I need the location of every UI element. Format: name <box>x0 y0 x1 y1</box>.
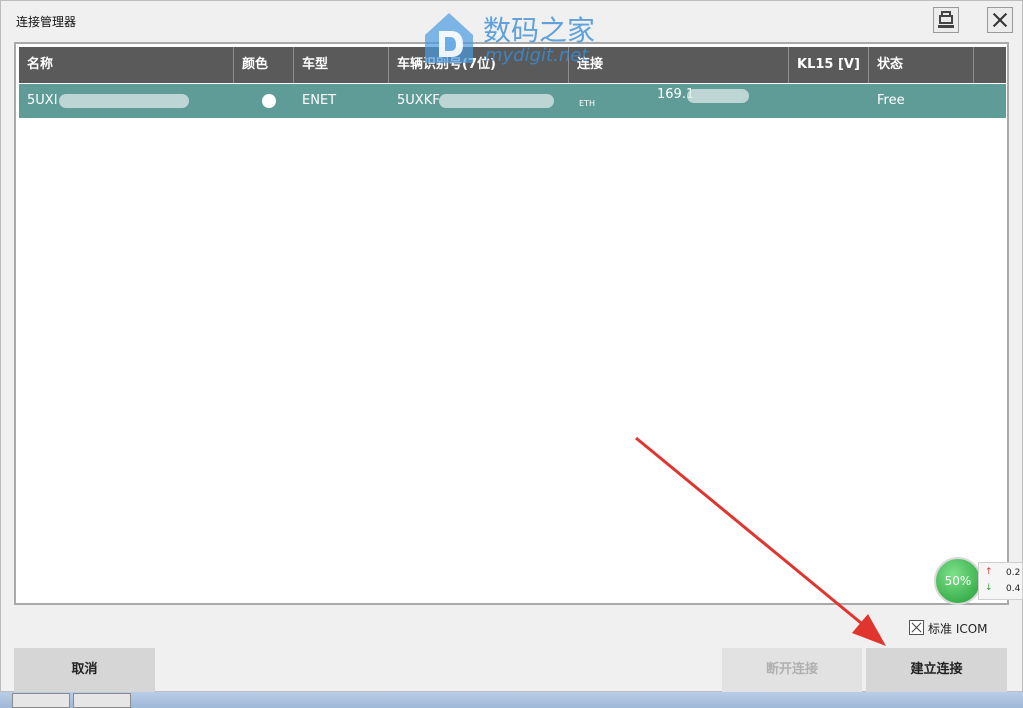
redacted-ip <box>687 89 749 103</box>
redacted-name <box>59 94 189 108</box>
print-button[interactable] <box>933 7 959 33</box>
close-button[interactable] <box>987 7 1013 33</box>
taskbar-item[interactable] <box>12 693 70 708</box>
connect-button[interactable]: 建立连接 <box>866 648 1007 692</box>
vehicle-list-panel: 名称 颜色 车型 车辆识别号(7位) 连接 KL15 [V] 状态 5UXI E… <box>14 42 1009 605</box>
column-header-kl15[interactable]: KL15 [V] <box>789 47 869 83</box>
taskbar <box>0 692 1023 708</box>
standard-icom-label: 标准 ICOM <box>928 622 988 636</box>
connection-manager-window: 连接管理器 名称 颜色 车型 车辆识别号(7位) 连接 KL15 [V] 状态 … <box>0 0 1023 692</box>
taskbar-item[interactable] <box>73 693 131 708</box>
table-row[interactable]: 5UXI ENET 5UXKF ETH 169.1 Free <box>19 84 1006 118</box>
redacted-vin <box>439 94 554 108</box>
column-header-status[interactable]: 状态 <box>869 47 974 83</box>
window-title: 连接管理器 <box>16 15 77 29</box>
upload-arrow-icon: ↑ <box>985 567 993 577</box>
disconnect-button[interactable]: 断开连接 <box>722 648 862 692</box>
cell-kl15 <box>789 84 869 118</box>
column-header-name[interactable]: 名称 <box>19 47 234 83</box>
column-header-color[interactable]: 颜色 <box>234 47 294 83</box>
table-header: 名称 颜色 车型 车辆识别号(7位) 连接 KL15 [V] 状态 <box>19 47 1006 83</box>
cell-status: Free <box>877 93 905 108</box>
upload-speed: 0.2 <box>1006 568 1021 578</box>
download-arrow-icon: ↓ <box>985 583 993 593</box>
color-indicator <box>262 94 276 108</box>
download-speed: 0.4 <box>1006 584 1021 594</box>
cell-vehicle-type: ENET <box>302 93 337 108</box>
network-speed-panel: ↑ 0.2 ↓ 0.4 <box>978 562 1023 600</box>
column-header-vin[interactable]: 车辆识别号(7位) <box>389 47 569 83</box>
column-header-vehicle-type[interactable]: 车型 <box>294 47 389 83</box>
cell-connection-type: ETH <box>579 99 595 108</box>
cancel-button[interactable]: 取消 <box>14 648 155 692</box>
standard-icom-checkbox[interactable] <box>909 620 924 635</box>
network-speed-gauge[interactable]: 50% <box>934 557 982 605</box>
